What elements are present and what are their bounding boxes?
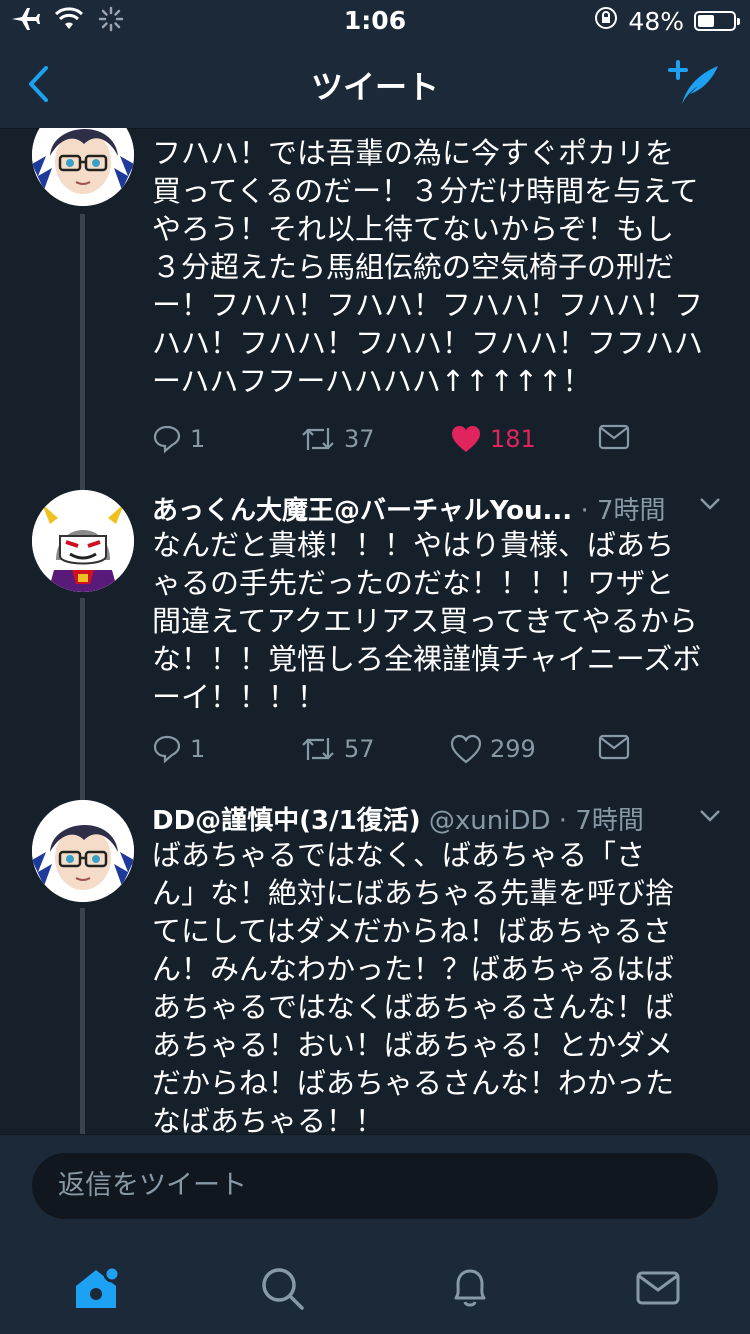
- tweet-text-line: なばあちゃる！！: [152, 1104, 385, 1134]
- tweet-menu-button[interactable]: [698, 496, 722, 516]
- bell-icon: [454, 1269, 486, 1307]
- tweet-actions: 1 57 299: [152, 734, 632, 774]
- avatar[interactable]: [32, 128, 134, 206]
- compose-icon: [668, 60, 718, 104]
- retweet-count: 57: [344, 735, 375, 763]
- mail-icon: [598, 424, 630, 450]
- reply-button[interactable]: 1: [152, 424, 205, 454]
- tweet-text-line: ーハハフフーハハハハ↑↑↑↑↑！: [152, 364, 592, 398]
- tab-search[interactable]: [258, 1264, 306, 1316]
- mail-icon: [636, 1271, 680, 1305]
- heart-icon: [450, 734, 482, 764]
- tweet-text-line: な！！！覚悟しろ全裸謹慎チャイニーズボ: [152, 642, 702, 676]
- tweet-text-line: 買ってくるのだー！３分だけ時間を与えて: [152, 174, 699, 208]
- battery-percent: 48%: [628, 6, 684, 36]
- reply-button[interactable]: 1: [152, 734, 205, 764]
- tweet-text: ばあちゃるではなく、ばあちゃる「さ ん」な！絶対にばあちゃる先輩を呼び捨 てにし…: [152, 836, 712, 1134]
- tweet-item[interactable]: フハハ！では吾輩の為に今すぐポカリを 買ってくるのだー！３分だけ時間を与えて や…: [0, 128, 750, 494]
- thread-line: [80, 214, 85, 494]
- tab-bar: [0, 1244, 750, 1334]
- tweet-time: 7時間: [596, 496, 666, 526]
- thread-line: [80, 908, 85, 1134]
- retweet-button[interactable]: 57: [300, 734, 375, 764]
- tweet-text-line: ん」な！絶対にばあちゃる先輩を呼び捨: [152, 876, 675, 910]
- home-icon: [76, 1265, 121, 1308]
- tweet-actions: 1 37 181: [152, 424, 632, 464]
- reply-icon: [153, 735, 181, 764]
- tweet-text-line: ゃるの手先だったのだな！！！！ワザと: [152, 566, 675, 600]
- reply-count: 1: [190, 425, 206, 453]
- tweet-menu-button[interactable]: [698, 808, 722, 828]
- battery-icon: [694, 11, 740, 31]
- like-button[interactable]: 299: [450, 734, 536, 764]
- avatar[interactable]: [32, 800, 134, 902]
- tweet-text-line: だからね！ばあちゃるさんな！わかった: [152, 1066, 675, 1100]
- reply-icon: [153, 425, 181, 454]
- tweet-text: なんだと貴様！！！やはり貴様、ばあち ゃるの手先だったのだな！！！！ワザと 間違…: [152, 526, 712, 716]
- reply-bar: 返信をツイート: [0, 1134, 750, 1245]
- mail-icon: [598, 734, 630, 760]
- like-count: 299: [490, 735, 536, 763]
- author-name[interactable]: DD@謹慎中(3/1復活): [152, 806, 421, 836]
- tweet-thread[interactable]: フハハ！では吾輩の為に今すぐポカリを 買ってくるのだー！３分だけ時間を与えて や…: [0, 128, 750, 1134]
- tweet-time: 7時間: [575, 806, 644, 836]
- retweet-count: 37: [344, 425, 375, 453]
- navigation-bar: ツイート: [0, 40, 750, 129]
- share-button[interactable]: [598, 734, 630, 760]
- tweet-header: DD@謹慎中(3/1復活) @xuniDD · 7時間: [152, 806, 644, 836]
- author-name[interactable]: あっくん大魔王@バーチャルYou...: [152, 496, 572, 526]
- author-handle[interactable]: @xuniDD: [429, 806, 551, 836]
- tweet-text-line: なんだと貴様！！！やはり貴様、ばあち: [152, 528, 675, 562]
- tweet-text-line: ３分超えたら馬組伝統の空気椅子の刑だ: [152, 250, 675, 284]
- retweet-icon: [302, 428, 334, 450]
- tab-home[interactable]: [72, 1264, 121, 1316]
- tab-notifications[interactable]: [446, 1264, 494, 1316]
- tweet-header: あっくん大魔王@バーチャルYou... · 7時間: [152, 496, 666, 526]
- tab-messages[interactable]: [634, 1264, 682, 1316]
- reply-input[interactable]: 返信をツイート: [32, 1153, 718, 1219]
- like-count: 181: [490, 425, 536, 453]
- search-icon: [262, 1268, 304, 1310]
- chevron-down-icon: [700, 498, 720, 510]
- page-title: ツイート: [310, 68, 439, 106]
- avatar[interactable]: [32, 490, 134, 592]
- tweet-text-line: フハハ！では吾輩の為に今すぐポカリを: [152, 136, 675, 170]
- tweet-item[interactable]: あっくん大魔王@バーチャルYou... · 7時間 なんだと貴様！！！やはり貴様…: [0, 488, 750, 808]
- tweet-text-line: ーイ！！！！: [152, 680, 327, 714]
- share-button[interactable]: [598, 424, 630, 450]
- compose-tweet-button[interactable]: [668, 58, 722, 116]
- tweet-text-line: あちゃる！おい！ばあちゃる！とかダメ: [152, 1028, 674, 1062]
- retweet-button[interactable]: 37: [300, 424, 375, 454]
- tweet-text-line: ばあちゃるではなく、ばあちゃる「さ: [152, 838, 646, 872]
- reply-count: 1: [190, 735, 206, 763]
- tweet-text-line: ん！みんなわかった！？ばあちゃるはば: [152, 952, 675, 986]
- tweet-text: フハハ！では吾輩の為に今すぐポカリを 買ってくるのだー！３分だけ時間を与えて や…: [152, 134, 712, 400]
- orientation-lock-icon: [594, 6, 618, 36]
- chevron-down-icon: [700, 810, 720, 822]
- tweet-text-line: てにしてはダメだからね！ばあちゃるさ: [152, 914, 672, 948]
- tweet-text-line: あちゃるではなくばあちゃるさんな！ば: [152, 990, 675, 1024]
- thread-line: [80, 598, 85, 808]
- tweet-text-line: ハハ！フハハ！フハハ！フハハ！フフハハ: [152, 326, 704, 360]
- tweet-text-line: 間違えてアクエリアス買ってきてやるから: [152, 604, 698, 638]
- heart-filled-icon: [452, 426, 480, 452]
- like-button[interactable]: 181: [450, 424, 536, 454]
- status-bar: 1:06 48%: [0, 0, 750, 40]
- tweet-text-line: やろう！それ以上待てないからぞ！もし: [152, 212, 675, 246]
- tweet-item[interactable]: DD@謹慎中(3/1復活) @xuniDD · 7時間 ばあちゃるではなく、ばあ…: [0, 800, 750, 1134]
- tweet-text-line: ー！フハハ！フハハ！フハハ！フハハ！フ: [152, 288, 704, 322]
- retweet-icon: [302, 738, 334, 760]
